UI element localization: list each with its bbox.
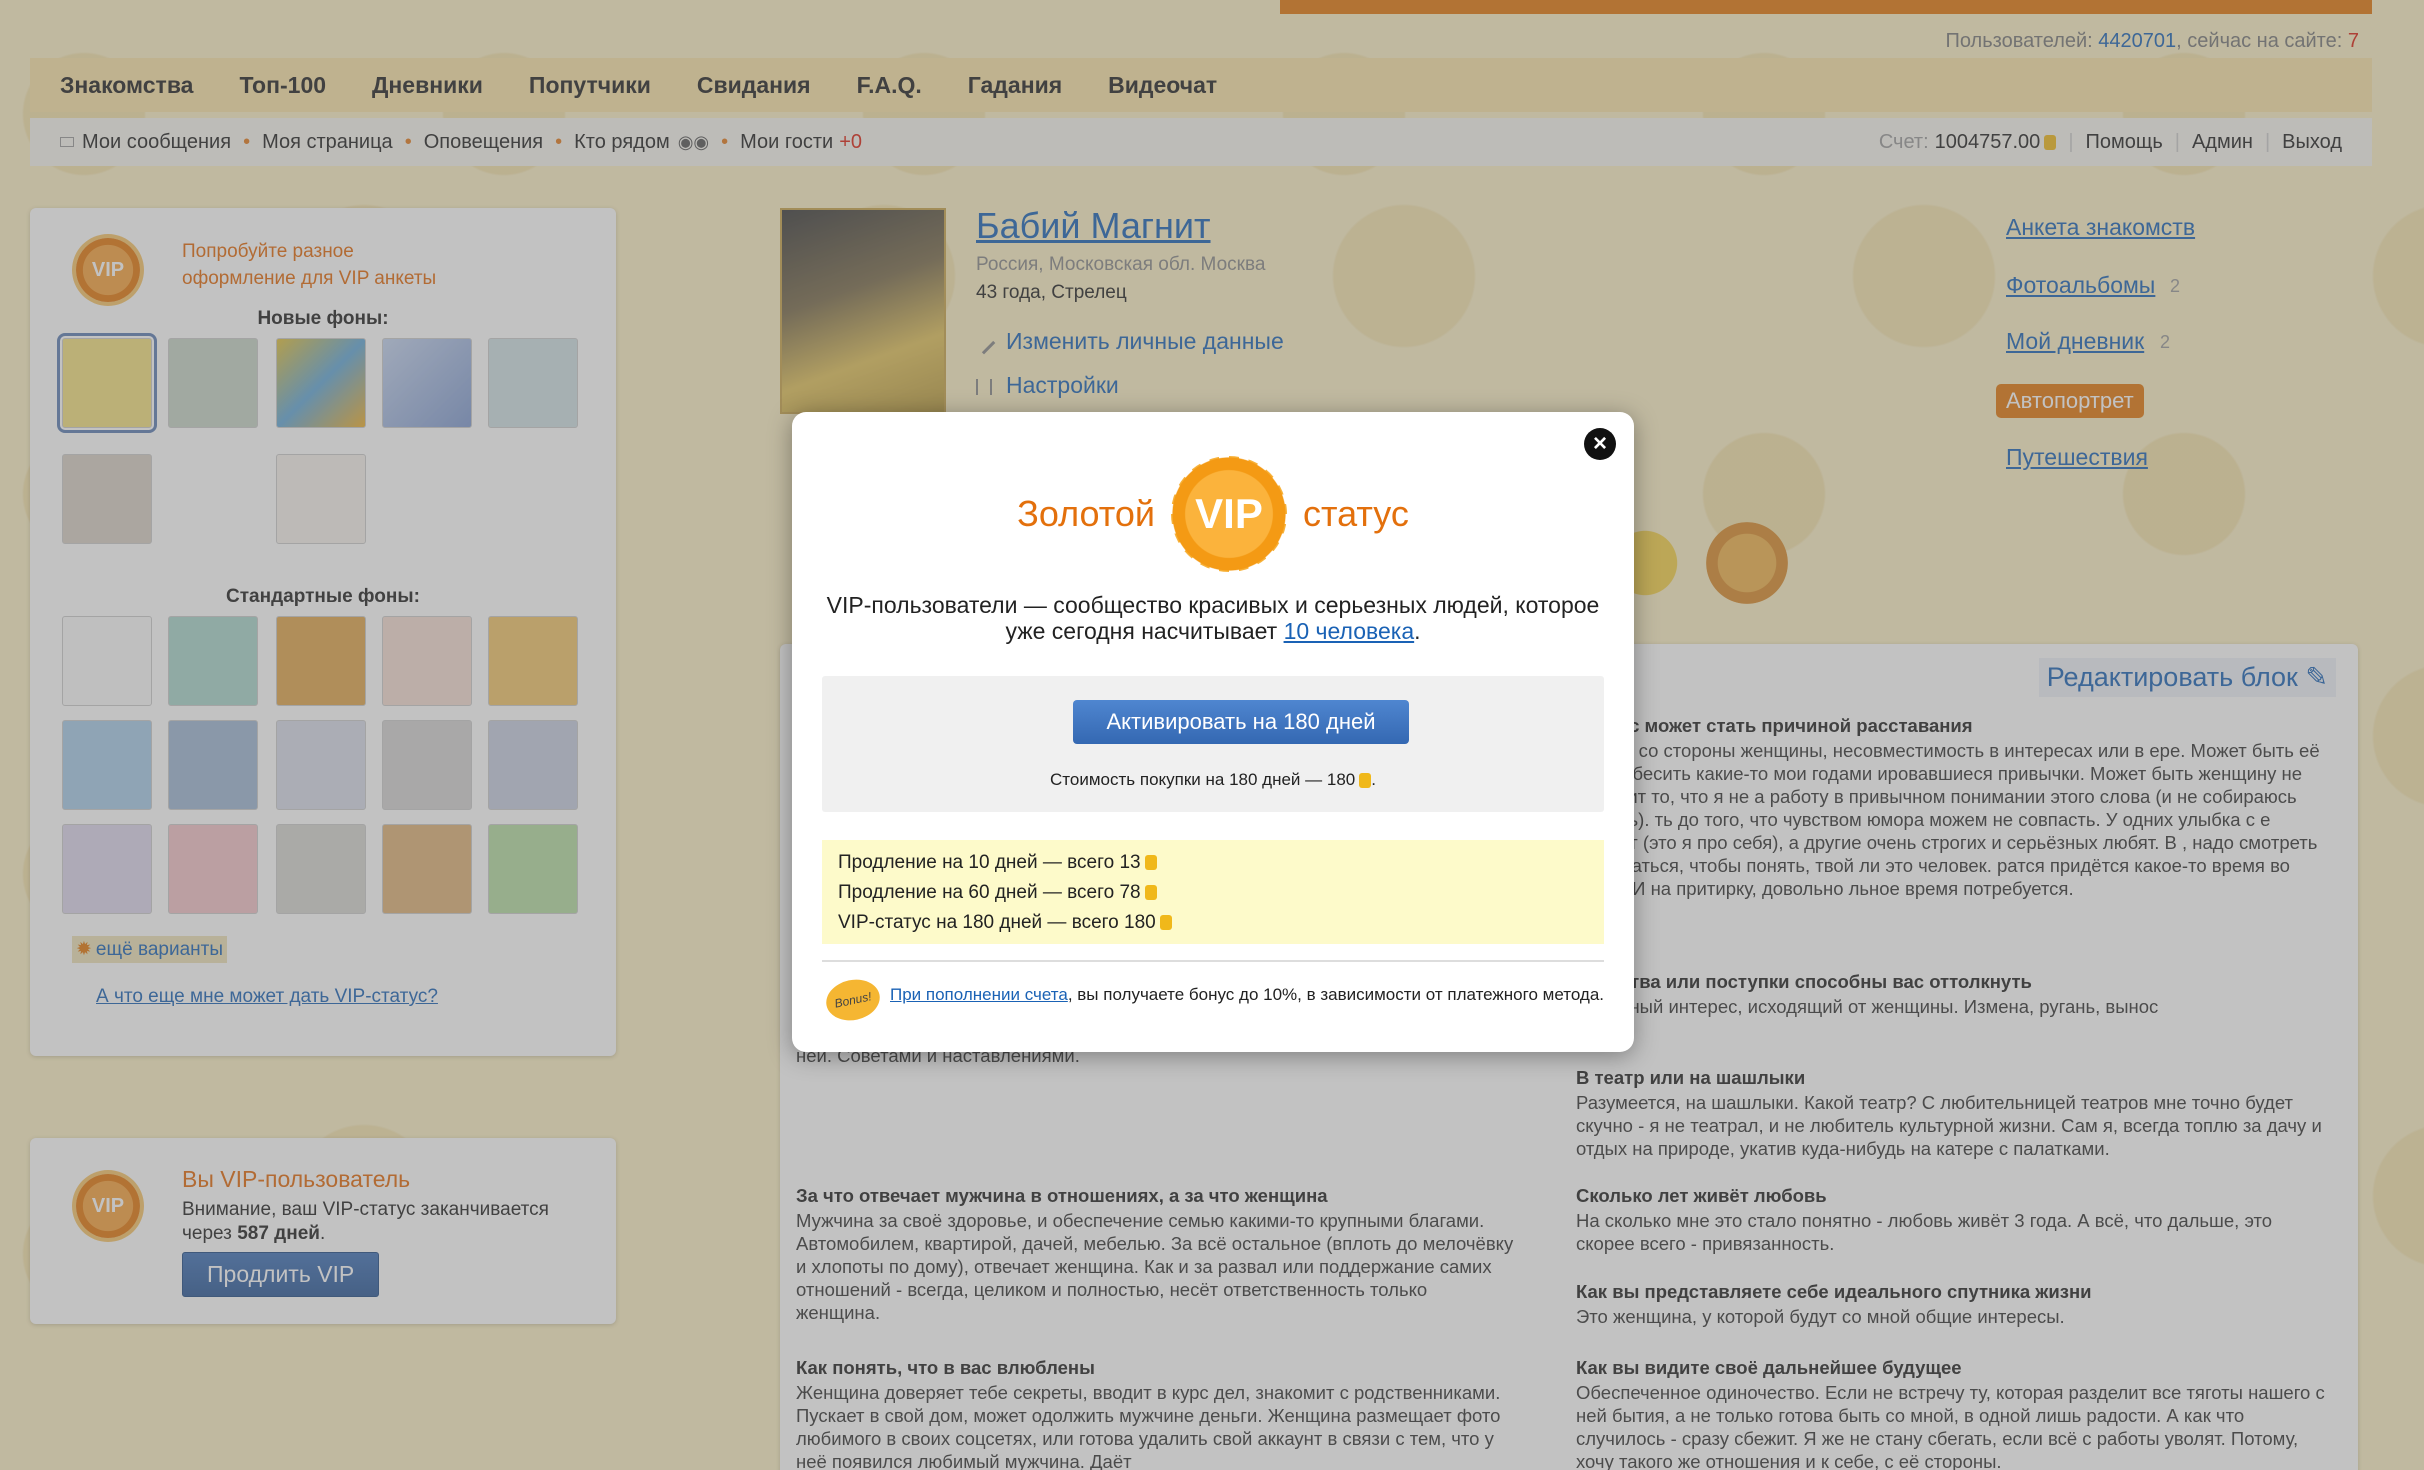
bonus-badge-icon: Bonus! (822, 974, 884, 1026)
modal-description: VIP-пользователи — сообщество красивых и… (826, 592, 1600, 644)
vip-star-icon: VIP (1165, 450, 1294, 578)
coin-icon (1359, 773, 1372, 789)
vip-members-link[interactable]: 10 человека (1284, 618, 1415, 644)
offers-box: Продление на 10 дней — всего 13 Продлени… (822, 840, 1604, 944)
bonus-text: При пополнении счета, вы получаете бонус… (890, 985, 1604, 1004)
vip-status-modal: × Золотой VIP статус VIP-пользователи — … (792, 412, 1634, 1052)
coin-icon (1159, 915, 1172, 931)
divider (822, 960, 1604, 962)
coin-icon (1144, 855, 1157, 871)
offer-10-days[interactable]: Продление на 10 дней — всего 13 (838, 848, 1588, 878)
top-up-link[interactable]: При пополнении счета (890, 985, 1068, 1004)
offer-60-days[interactable]: Продление на 60 дней — всего 78 (838, 878, 1588, 908)
cost-text: Стоимость покупки на 180 дней — 180. (1050, 770, 1376, 789)
coin-icon (1144, 885, 1157, 901)
activate-180-days-button[interactable]: Активировать на 180 дней (1073, 700, 1409, 744)
activate-box: Активировать на 180 дней Стоимость покуп… (822, 676, 1604, 812)
modal-title: Золотой VIP статус (792, 450, 1634, 578)
offer-180-days[interactable]: VIP-статус на 180 дней — всего 180 (838, 908, 1588, 938)
